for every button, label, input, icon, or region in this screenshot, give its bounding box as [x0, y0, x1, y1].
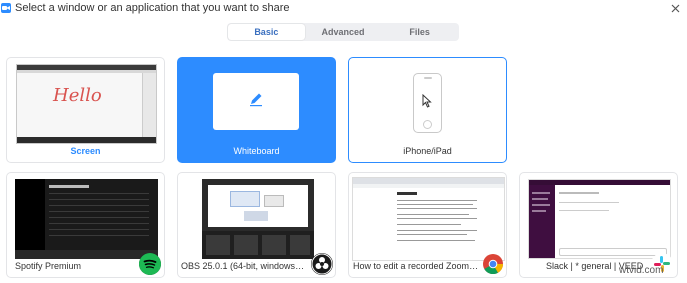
window-option-chrome[interactable]: How to edit a recorded Zoom co... [348, 172, 507, 278]
window-option-obs[interactable]: OBS 25.0.1 (64-bit, windows) - Pr... [177, 172, 336, 278]
pencil-icon [248, 91, 264, 112]
title-bar: Select a window or an application that y… [0, 0, 687, 17]
share-tabs: Basic Advanced Files [227, 23, 459, 41]
spotify-label: Spotify Premium [15, 261, 82, 271]
chrome-thumbnail [352, 177, 505, 261]
window-option-spotify[interactable]: Spotify Premium [6, 172, 165, 278]
zoom-camera-icon [1, 3, 11, 13]
obs-icon [311, 253, 333, 275]
obs-label: OBS 25.0.1 (64-bit, windows) - Pr... [181, 261, 307, 271]
share-screen-option[interactable]: Hello Screen [6, 57, 165, 163]
tab-files[interactable]: Files [381, 24, 458, 40]
window-title: Select a window or an application that y… [15, 2, 290, 14]
whiteboard-label: Whiteboard [233, 146, 280, 156]
obs-thumbnail [202, 179, 314, 259]
slack-thumbnail [528, 179, 671, 259]
screen-label: Screen [70, 146, 101, 156]
spotify-thumbnail [15, 179, 158, 259]
watermark-text: wtvid.com [619, 265, 664, 276]
tab-basic[interactable]: Basic [228, 24, 305, 40]
screen-thumbnail: Hello [16, 64, 157, 144]
phone-icon [413, 73, 442, 133]
share-iphone-option[interactable]: iPhone/iPad [348, 57, 507, 163]
share-whiteboard-option[interactable]: Whiteboard [177, 57, 336, 163]
iphone-label: iPhone/iPad [403, 146, 452, 156]
chrome-icon [482, 253, 504, 275]
screen-thumb-handwriting: Hello [53, 85, 102, 106]
whiteboard-preview [213, 73, 299, 130]
window-option-slack[interactable]: Slack | * general | VEED [519, 172, 678, 278]
tab-advanced[interactable]: Advanced [305, 24, 382, 40]
close-icon[interactable] [668, 1, 682, 15]
chrome-label: How to edit a recorded Zoom co... [353, 261, 480, 271]
spotify-icon [139, 253, 161, 275]
